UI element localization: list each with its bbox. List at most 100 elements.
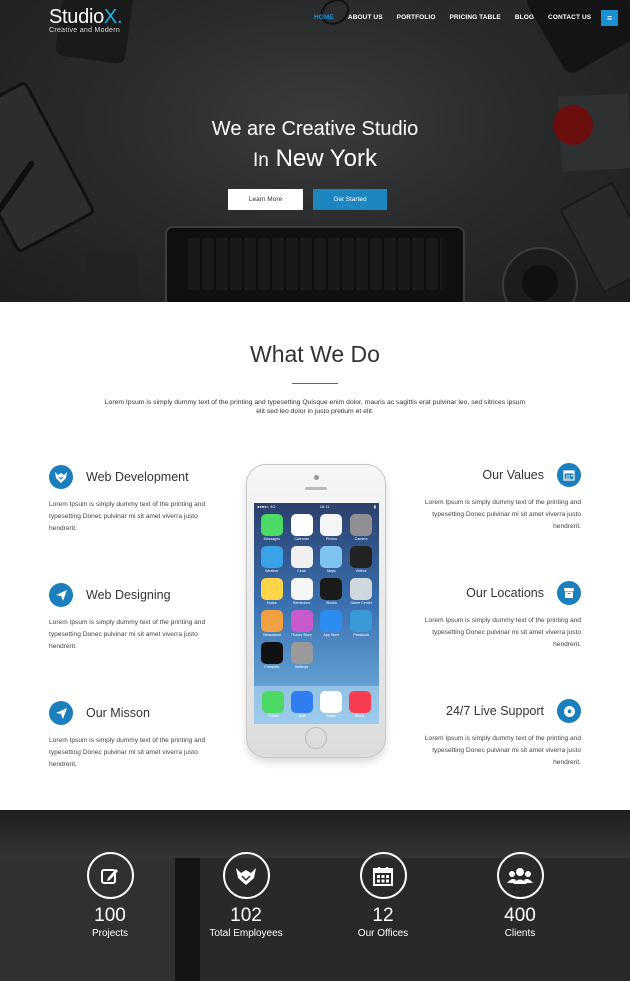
phone-home-button	[305, 727, 327, 749]
app-icon: Passbook	[348, 610, 374, 637]
app-icon: Newsstand	[259, 610, 285, 637]
app-label: Maps	[326, 569, 336, 573]
hamburger-menu-button[interactable]: ≡	[601, 10, 618, 26]
hero-headline: We are Creative Studio	[211, 118, 419, 140]
app-label: Stocks	[325, 601, 337, 605]
archive-icon	[557, 581, 581, 605]
app-tile	[320, 546, 343, 568]
app-label: Newsstand	[262, 633, 281, 637]
stats-background-top	[0, 810, 630, 858]
stat-projects: 100 Projects	[60, 852, 160, 939]
stat-offices: 12 Our Offices	[333, 852, 433, 939]
stat-label: Projects	[91, 928, 129, 939]
app-tile	[350, 546, 373, 568]
app-label: Safari	[326, 714, 336, 718]
logo[interactable]: StudioX. Creative and Modern	[49, 6, 123, 34]
app-icon: Weather	[259, 546, 285, 573]
app-tile	[320, 514, 343, 536]
feature-web-development: Web Development Lorem Ipsum is simply du…	[49, 465, 215, 535]
hero-section: StudioX. Creative and Modern HOME ABOUT …	[0, 0, 630, 302]
app-label: Mail	[298, 714, 306, 718]
app-icon: Stocks	[319, 578, 345, 605]
feature-live-support: 24/7 Live Support Lorem Ipsum is simply …	[415, 699, 581, 769]
app-tile	[290, 514, 313, 536]
nav-portfolio[interactable]: PORTFOLIO	[397, 14, 436, 21]
paper-plane-icon	[49, 583, 73, 607]
app-tile	[348, 691, 371, 713]
app-label: Messages	[263, 537, 281, 541]
app-icon: Maps	[319, 546, 345, 573]
app-tile	[260, 610, 283, 632]
calendar-icon	[557, 463, 581, 487]
feature-description: Lorem Ipsum is simply dummy text of the …	[49, 737, 206, 768]
app-tile	[291, 691, 314, 713]
soccer-ball-icon	[557, 699, 581, 723]
phone-speaker	[305, 487, 327, 490]
battery-icon: ▮	[373, 504, 376, 509]
fox-icon	[222, 852, 270, 899]
app-tile	[320, 578, 343, 600]
stat-value: 400	[504, 905, 536, 926]
feature-title: 24/7 Live Support	[446, 704, 544, 718]
app-label: App Store	[323, 633, 340, 637]
app-label: Compass	[264, 665, 280, 669]
app-icon: Settings	[289, 642, 315, 669]
dock-app-icon: Safari	[317, 691, 346, 724]
app-label: Settings	[295, 665, 309, 669]
nav-home[interactable]: HOME	[314, 14, 334, 21]
app-label: Clock	[297, 569, 307, 573]
nav-contact-us[interactable]: CONTACT US	[548, 14, 591, 21]
app-label: Photos	[325, 537, 337, 541]
app-label: Videos	[355, 569, 367, 573]
app-label: Music	[354, 714, 365, 718]
app-tile	[260, 578, 283, 600]
feature-title: Web Designing	[86, 588, 171, 602]
stat-value: 12	[372, 905, 394, 926]
feature-description: Lorem Ipsum is simply dummy text of the …	[424, 735, 581, 766]
title-divider	[292, 383, 338, 384]
app-dock: Phone Mail Safari Music	[254, 686, 379, 724]
stat-employees: 102 Total Employees	[196, 852, 296, 939]
keyboard-decoration	[188, 238, 442, 290]
app-tile	[350, 578, 373, 600]
app-icon: Reminders	[289, 578, 315, 605]
hero-subheadline: In New York	[253, 145, 377, 172]
feature-our-locations: Our Locations Lorem Ipsum is simply dumm…	[415, 581, 581, 651]
get-started-button[interactable]: Get Started	[313, 189, 387, 210]
stat-label: Our Offices	[357, 928, 409, 939]
app-label: Phone	[268, 714, 279, 718]
app-icon: Calendar	[289, 514, 315, 541]
app-icon: Photos	[319, 514, 345, 541]
app-icon: Notes	[259, 578, 285, 605]
nav-pricing-table[interactable]: PRICING TABLE	[449, 14, 500, 21]
feature-title: Our Misson	[86, 706, 150, 720]
feature-title: Our Locations	[466, 586, 544, 600]
app-label: Passbook	[353, 633, 370, 637]
stat-label: Clients	[504, 928, 536, 939]
app-grid: Messages Calendar Photos Camera Weather Clock…	[254, 511, 379, 672]
learn-more-button[interactable]: Learn More	[228, 189, 303, 210]
main-nav: HOME ABOUT US PORTFOLIO PRICING TABLE BL…	[314, 14, 605, 21]
dock-app-icon: Music	[345, 691, 374, 724]
app-tile	[260, 546, 283, 568]
smartphone-decoration	[85, 252, 137, 302]
app-icon: Camera	[348, 514, 374, 541]
users-icon	[496, 852, 544, 899]
fox-icon	[49, 465, 73, 489]
stat-label: Total Employees	[209, 928, 283, 939]
stat-value: 100	[94, 905, 126, 926]
app-icon: Clock	[289, 546, 315, 573]
hamburger-icon: ≡	[606, 13, 613, 23]
feature-description: Lorem Ipsum is simply dummy text of the …	[424, 617, 581, 648]
nav-blog[interactable]: BLOG	[515, 14, 534, 21]
logo-tagline: Creative and Modern	[49, 27, 121, 34]
feature-web-designing: Web Designing Lorem Ipsum is simply dumm…	[49, 583, 215, 653]
nav-about-us[interactable]: ABOUT US	[348, 14, 383, 21]
app-tile	[350, 610, 373, 632]
feature-our-values: Our Values Lorem Ipsum is simply dummy t…	[415, 463, 581, 533]
coffee-cup-decoration	[522, 265, 558, 301]
app-label: Game Center	[350, 601, 372, 605]
feature-our-mission: Our Misson Lorem Ipsum is simply dummy t…	[49, 701, 215, 771]
app-tile	[290, 610, 313, 632]
app-tile	[260, 642, 283, 664]
